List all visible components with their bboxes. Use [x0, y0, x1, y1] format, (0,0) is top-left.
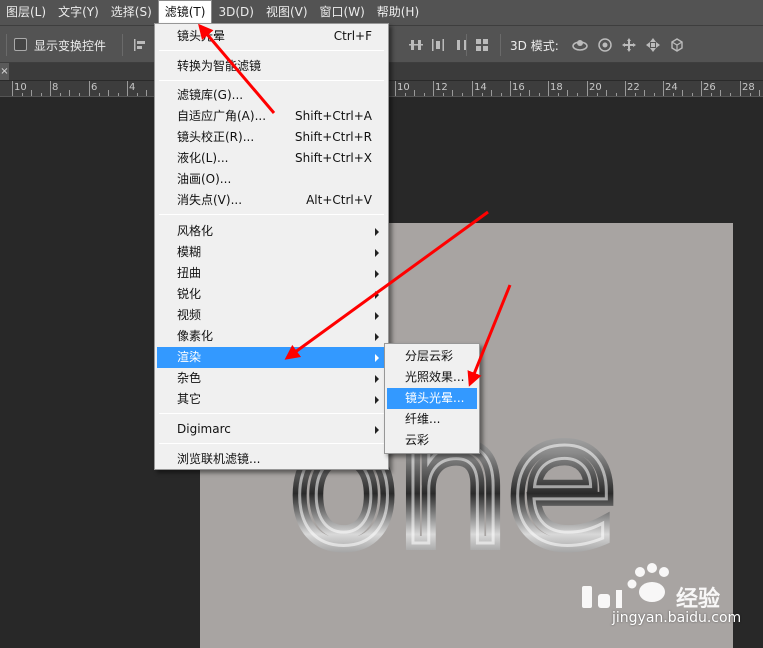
annotation-arrow-1 [198, 23, 276, 114]
annotation-arrows [198, 23, 512, 387]
annotation-arrow-3 [467, 284, 512, 387]
annotation-arrow-2 [284, 210, 489, 360]
